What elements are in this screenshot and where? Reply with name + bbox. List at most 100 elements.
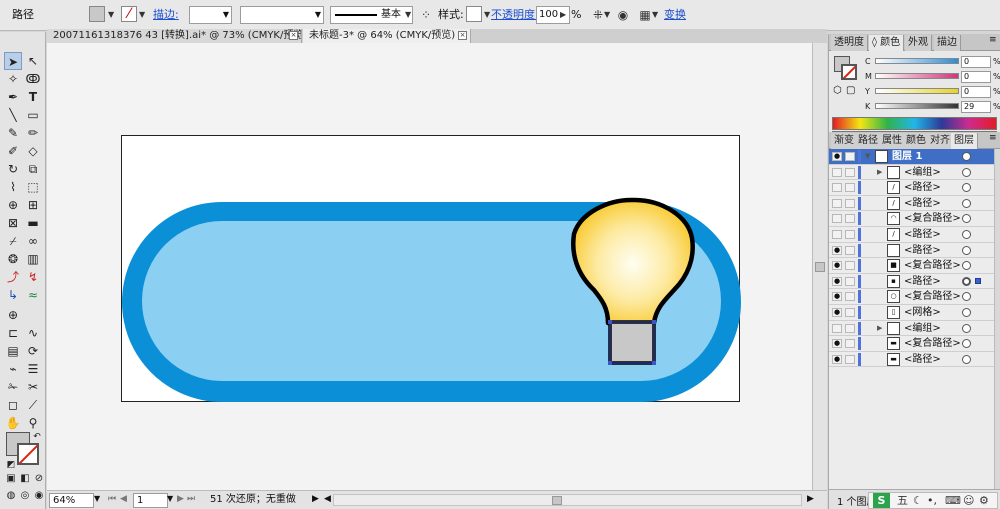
layer-row[interactable]: ● <路径>	[829, 242, 994, 259]
target-circle-icon[interactable]	[962, 198, 971, 208]
lock-toggle-icon[interactable]	[845, 323, 855, 333]
ime-settings-icon[interactable]: ⚙	[979, 493, 989, 508]
bulb-base-shape[interactable]	[608, 320, 656, 365]
anchor-handle[interactable]	[608, 361, 612, 365]
visibility-eye-icon[interactable]: ●	[832, 276, 842, 286]
lasso-tool-icon[interactable]: ↂ	[24, 70, 42, 88]
scissors-tool-icon[interactable]: ✂	[24, 378, 42, 396]
layer-row[interactable]: ● ▪ <路径>	[829, 273, 994, 290]
tab-gradient[interactable]: 渐变	[831, 133, 858, 149]
layer-row[interactable]: ● ▬ <路径>	[829, 351, 994, 368]
layer-row[interactable]: / <路径>	[829, 180, 994, 196]
tab-appearance[interactable]: 外观	[905, 35, 932, 51]
color-panel-stroke-swatch[interactable]	[841, 64, 857, 80]
ime-logo-icon[interactable]: S	[873, 493, 890, 508]
target-icon[interactable]: ⊕	[4, 306, 22, 324]
perspective-grid-tool-icon[interactable]: ⊞	[24, 196, 42, 214]
cyan-slider[interactable]	[875, 58, 959, 64]
lock-toggle-icon[interactable]	[845, 292, 855, 302]
target-circle-icon[interactable]	[962, 183, 971, 193]
scroll-left-arrow[interactable]: ◀	[324, 494, 331, 504]
layers-scrollbar[interactable]	[994, 149, 1000, 489]
ime-user-icon[interactable]: ☺	[963, 493, 974, 508]
align-dropdown-arrow[interactable]: ▼	[652, 6, 658, 24]
brush-dropdown-arrow[interactable]: ▼	[405, 6, 411, 24]
ime-keyboard-icon[interactable]: ⌨	[945, 493, 961, 508]
artboard-navigation-select[interactable]: 1	[133, 493, 168, 508]
visibility-eye-icon[interactable]: ●	[832, 308, 842, 317]
tab-attributes[interactable]: 属性	[879, 133, 906, 149]
target-circle-icon[interactable]	[962, 230, 971, 239]
lock-toggle-icon[interactable]	[845, 308, 855, 317]
add-anchor-tool-icon[interactable]: ⤴	[4, 268, 22, 286]
scroll-right-arrow[interactable]: ▶	[807, 494, 814, 504]
free-transform-tool-icon[interactable]: ⬚	[24, 178, 42, 196]
visibility-eye-icon[interactable]	[832, 323, 842, 333]
expand-triangle-icon[interactable]: ▶	[877, 323, 882, 334]
stroke-color-swatch[interactable]	[17, 443, 39, 465]
rectangle-tool-icon[interactable]: ▭	[24, 106, 42, 124]
layer-row[interactable]: ● ■ <复合路径>	[829, 258, 994, 274]
out-of-gamut-icon[interactable]: ⬡	[833, 85, 842, 96]
lock-toggle-icon[interactable]	[845, 245, 855, 255]
lock-toggle-icon[interactable]	[845, 354, 855, 364]
magenta-input[interactable]: 0	[961, 71, 991, 83]
artboard-dropdown-arrow[interactable]: ▼	[167, 494, 173, 503]
stroke-dropdown-arrow[interactable]: ▼	[139, 6, 145, 24]
symbol-sprayer-tool-icon[interactable]: ❂	[4, 250, 22, 268]
lock-toggle-icon[interactable]	[845, 276, 855, 286]
expand-triangle-icon[interactable]: ▶	[877, 167, 882, 178]
panel-menu-icon[interactable]: ≡	[989, 133, 997, 143]
lock-toggle-icon[interactable]	[845, 167, 855, 177]
lock-toggle-icon[interactable]	[845, 183, 855, 193]
layer-row[interactable]: ● ▼ 图层 1	[829, 149, 994, 165]
swap-colors-icon[interactable]: ↶	[28, 428, 46, 446]
opacity-dropdown-arrow[interactable]: ▶	[560, 6, 566, 24]
tab-swatches[interactable]: 颜色	[903, 133, 930, 149]
hand-tool-icon[interactable]: ✋	[4, 414, 22, 432]
slice-tool-icon[interactable]: ∿	[24, 324, 42, 342]
panel-menu-icon[interactable]: ≡	[989, 35, 997, 45]
layer-row[interactable]: / <路径>	[829, 195, 994, 212]
puppet-tool-icon[interactable]: ⟳	[24, 342, 42, 360]
target-circle-icon[interactable]	[962, 354, 971, 364]
selection-tool-icon[interactable]: ➤	[4, 52, 22, 70]
magenta-slider[interactable]	[875, 73, 959, 79]
blob-brush-tool-icon[interactable]: ✐	[4, 142, 22, 160]
tab-stroke[interactable]: 描边	[934, 35, 961, 51]
yellow-input[interactable]: 0	[961, 86, 991, 98]
vertical-scrollbar[interactable]	[812, 43, 827, 490]
stroke-weight-input[interactable]: ▼	[189, 6, 232, 24]
close-icon[interactable]: ×	[458, 31, 467, 40]
web-safe-icon[interactable]: ▢	[846, 85, 855, 96]
join-tool-icon[interactable]: ↳	[4, 286, 22, 304]
prev-artboard-icon[interactable]: ◀	[120, 494, 127, 504]
graph-tool-icon[interactable]: ▤	[4, 342, 22, 360]
visibility-eye-icon[interactable]	[832, 230, 842, 239]
pen-tool-icon[interactable]: ✒	[4, 88, 22, 106]
target-circle-icon[interactable]	[962, 292, 971, 302]
status-menu-arrow[interactable]: ▶	[312, 494, 319, 504]
tab-document-1[interactable]: 20071161318376 43 [转换].ai* @ 73% (CMYK/预…	[47, 29, 302, 43]
shape-builder-tool-icon[interactable]: ⊕	[4, 196, 22, 214]
width-tool-icon[interactable]: ≈	[24, 286, 42, 304]
recolor-dropdown-arrow[interactable]: ▼	[604, 6, 610, 24]
tab-document-2[interactable]: 未标题-3* @ 64% (CMYK/预览) ×	[303, 29, 471, 43]
tab-align[interactable]: 对齐	[927, 133, 954, 149]
last-artboard-icon[interactable]: ⏭	[187, 494, 195, 504]
lock-toggle-icon[interactable]	[845, 198, 855, 208]
rotate-tool-icon[interactable]: ↻	[4, 160, 22, 178]
collapse-triangle-icon[interactable]: ▼	[865, 151, 870, 162]
artboard-tool-icon[interactable]: ⊏	[4, 324, 22, 342]
horizontal-scroll-thumb[interactable]	[552, 496, 562, 505]
gradient-tool-icon[interactable]: ▬	[24, 214, 42, 232]
horizontal-scroll-track[interactable]	[333, 494, 802, 506]
target-circle-icon[interactable]	[962, 308, 971, 317]
transform-link[interactable]: 变换	[664, 6, 686, 24]
layer-row[interactable]: ● ○ <复合路径>	[829, 289, 994, 305]
black-input[interactable]: 29	[961, 101, 991, 113]
knife-tool-icon[interactable]: ✁	[4, 378, 22, 396]
tab-layers[interactable]: 图层	[951, 133, 978, 149]
artboard[interactable]	[121, 135, 741, 402]
draw-inside-icon[interactable]: ◉	[30, 487, 48, 505]
